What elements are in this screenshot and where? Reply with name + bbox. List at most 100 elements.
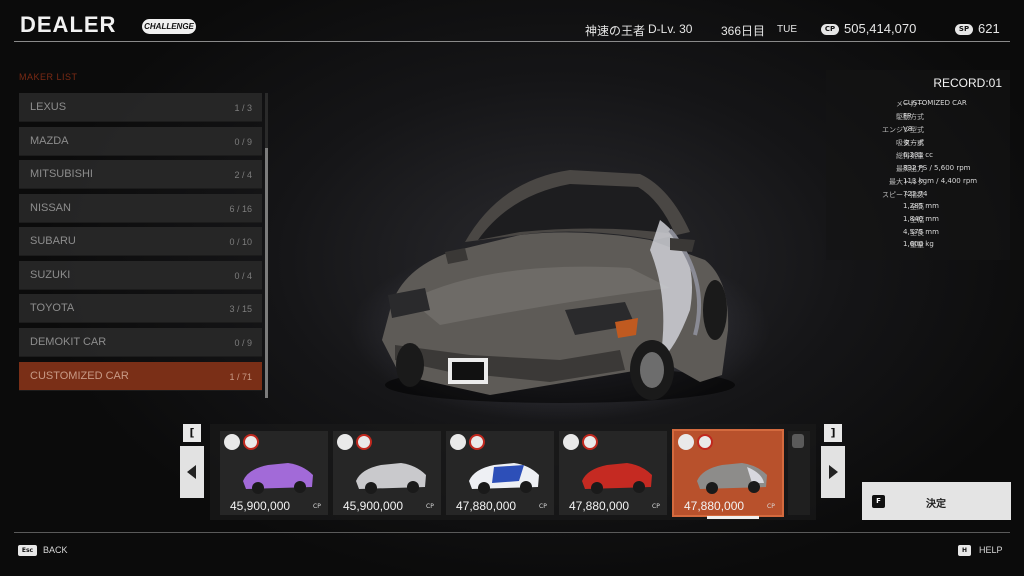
car-thumbnail: [469, 463, 539, 494]
spec-row-length: 全長 4,575 mm: [826, 228, 1010, 240]
tune-icon: [224, 434, 240, 450]
card-unit: CP: [767, 503, 775, 510]
maker-count: 1 / 71: [229, 372, 252, 382]
next-page-key[interactable]: ]: [824, 424, 842, 442]
card-price: 45,900,000: [343, 499, 404, 513]
maker-item-customized-car[interactable]: CUSTOMIZED CAR 1 / 71: [19, 362, 262, 391]
selection-indicator: [707, 516, 759, 519]
maker-name: SUBARU: [30, 235, 76, 247]
weekday: TUE: [777, 24, 797, 35]
maker-list-scroll-thumb[interactable]: [265, 148, 268, 398]
header-divider: [14, 41, 1010, 42]
player-title: 神速の王者: [585, 24, 646, 38]
car-preview[interactable]: [370, 160, 740, 410]
tune-icon: [792, 434, 804, 448]
sp-balance: 621: [978, 21, 1000, 36]
maker-count: 0 / 4: [234, 271, 252, 281]
tune-icon: [678, 434, 694, 450]
car-card[interactable]: 47,880,000 CP: [446, 431, 554, 515]
maker-count: 2 / 4: [234, 170, 252, 180]
spec-value: ターボ: [903, 139, 924, 147]
maker-name: MAZDA: [30, 135, 69, 147]
spec-row-height: 全高 1,285 mm: [826, 202, 1010, 214]
maker-name: TOYOTA: [30, 302, 75, 314]
h-key-icon: H: [958, 545, 971, 556]
car-card[interactable]: 47,880,000 CP: [559, 431, 667, 515]
card-unit: CP: [652, 503, 660, 510]
maker-name: MITSUBISHI: [30, 168, 93, 180]
maker-item-subaru[interactable]: SUBARU 0 / 10: [19, 227, 262, 256]
sp-icon: SP: [955, 24, 973, 35]
card-unit: CP: [313, 503, 321, 510]
maker-count: 0 / 10: [229, 237, 252, 247]
car-illustration: [382, 170, 735, 403]
prev-page-key[interactable]: [: [183, 424, 201, 442]
maker-item-lexus[interactable]: LEXUS 1 / 3: [19, 93, 262, 122]
driver-level: D-Lv. 30: [648, 22, 693, 36]
confirm-button[interactable]: F 決定: [862, 482, 1011, 520]
page-title: DEALER: [20, 12, 117, 37]
spec-value: CUSTOMIZED CAR: [903, 99, 967, 107]
maker-item-mitsubishi[interactable]: MITSUBISHI 2 / 4: [19, 160, 262, 189]
maker-item-demokit-car[interactable]: DEMOKIT CAR 0 / 9: [19, 328, 262, 357]
f-key-icon: F: [872, 495, 885, 508]
card-badges: [450, 434, 490, 450]
spec-row-displacement: 総排気量 6,231 cc: [826, 151, 1010, 163]
spec-value: 113 kgm / 4,400 rpm: [903, 177, 978, 185]
maker-item-mazda[interactable]: MAZDA 0 / 9: [19, 127, 262, 156]
tune-icon: [450, 434, 466, 450]
maker-name: DEMOKIT CAR: [30, 336, 107, 348]
spec-row-drivetrain: 駆動方式 FR: [826, 112, 1010, 124]
spec-row-torque: 最大トルク 113 kgm / 4,400 rpm: [826, 177, 1010, 189]
car-card[interactable]: 45,900,000 CP: [220, 431, 328, 515]
maker-count: 0 / 9: [234, 137, 252, 147]
esc-key-icon: Esc: [18, 545, 37, 556]
car-thumbnail: [356, 463, 426, 494]
spec-row-weight: 重量 1,600 kg: [826, 240, 1010, 252]
car-card[interactable]: 45,900,000 CP: [333, 431, 441, 515]
spec-value: FR: [903, 112, 912, 120]
maker-item-suzuki[interactable]: SUZUKI 0 / 4: [19, 261, 262, 290]
spec-value: V8: [903, 125, 913, 133]
car-card-selected[interactable]: 47,880,000 CP: [672, 429, 784, 517]
help-button[interactable]: HELP: [979, 545, 1003, 555]
cp-balance: 505,414,070: [844, 21, 917, 36]
back-button[interactable]: BACK: [43, 545, 68, 555]
tune-icon: [563, 434, 579, 450]
maker-name: SUZUKI: [30, 269, 71, 281]
card-badges: [678, 434, 718, 450]
maker-count: 1 / 3: [234, 103, 252, 113]
confirm-label: 決定: [926, 499, 946, 510]
no-entry-icon: [243, 434, 259, 450]
chevron-left-icon: [187, 465, 196, 479]
carousel-prev-button[interactable]: [180, 446, 204, 498]
maker-name: NISSAN: [30, 202, 71, 214]
maker-list-title: MAKER LIST: [19, 72, 78, 82]
card-price: 47,880,000: [569, 499, 630, 513]
spec-value: 722.74: [903, 190, 928, 198]
car-card-partial[interactable]: [788, 431, 810, 515]
spec-value: 6,231 cc: [903, 151, 933, 159]
car-thumbnail: [697, 463, 767, 494]
spec-value: 1,285 mm: [903, 202, 939, 210]
spec-value: 4,575 mm: [903, 228, 939, 236]
no-entry-icon: [469, 434, 485, 450]
mode-badge: CHALLENGE: [142, 19, 196, 34]
card-price: 47,880,000: [684, 499, 745, 513]
card-badges: [563, 434, 603, 450]
maker-item-toyota[interactable]: TOYOTA 3 / 15: [19, 294, 262, 323]
card-unit: CP: [426, 503, 434, 510]
chevron-right-icon: [829, 465, 838, 479]
card-price: 47,880,000: [456, 499, 517, 513]
maker-name: LEXUS: [30, 101, 67, 113]
maker-item-nissan[interactable]: NISSAN 6 / 16: [19, 194, 262, 223]
footer-divider: [14, 532, 1010, 533]
card-unit: CP: [539, 503, 547, 510]
spec-row-width: 全幅 1,840 mm: [826, 215, 1010, 227]
car-thumbnail: [243, 463, 313, 494]
cp-icon: CP: [821, 24, 839, 35]
record-title: RECORD:01: [933, 76, 1002, 90]
carousel-next-button[interactable]: [821, 446, 845, 498]
spec-row-engine: エンジン型式 V8: [826, 125, 1010, 137]
spec-value: 1,600 kg: [903, 240, 934, 248]
